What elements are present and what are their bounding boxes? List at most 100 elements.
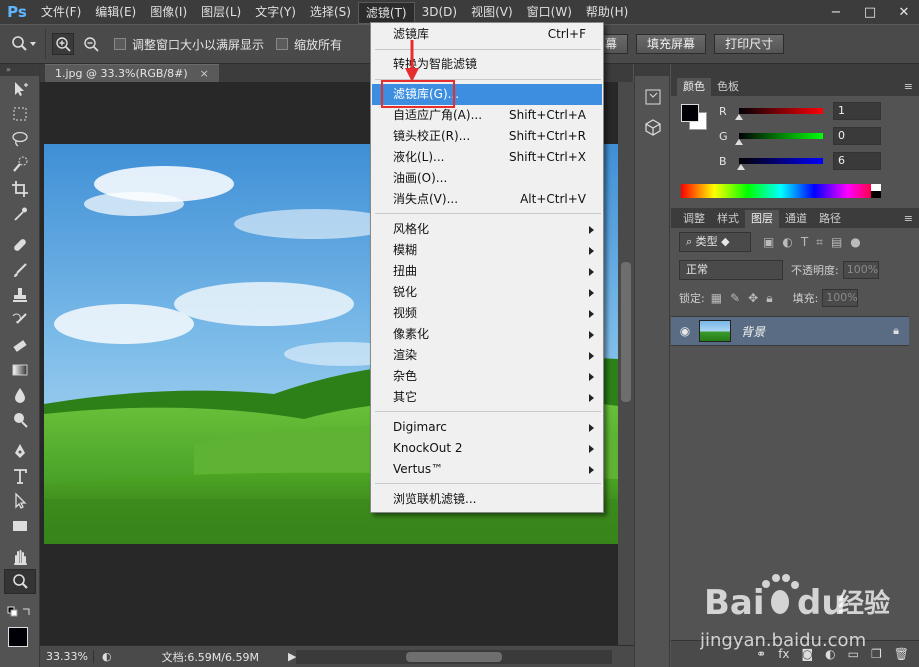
menu-item-digimarc[interactable]: Digimarc	[372, 417, 602, 438]
lock-all-icon[interactable]: 🔒︎	[766, 291, 772, 306]
horizontal-scrollbar-thumb[interactable]	[406, 652, 502, 662]
minimize-icon[interactable]: −	[829, 5, 843, 20]
menu-filter[interactable]: 滤镜(T)	[357, 1, 415, 24]
red-slider[interactable]	[735, 108, 823, 120]
checkbox-box[interactable]	[114, 38, 126, 50]
dodge-tool[interactable]	[0, 407, 40, 432]
menu-item-pixelate[interactable]: 像素化	[372, 324, 602, 345]
healing-brush-tool[interactable]	[0, 232, 40, 257]
menu-help[interactable]: 帮助(H)	[579, 0, 635, 24]
tab-color[interactable]: 颜色	[677, 78, 711, 96]
zoom-in-button[interactable]	[52, 33, 74, 55]
image-filter-icon[interactable]: ▣	[763, 235, 774, 250]
lock-position-icon[interactable]: ✥	[748, 291, 758, 306]
eraser-tool[interactable]	[0, 332, 40, 357]
panel-menu-icon[interactable]: ≡	[904, 78, 913, 96]
vertical-scrollbar-thumb[interactable]	[621, 262, 631, 402]
clone-stamp-tool[interactable]	[0, 282, 40, 307]
layer-kind-filter[interactable]: ⌕ 类型 ◆	[679, 232, 751, 252]
history-brush-tool[interactable]	[0, 307, 40, 332]
document-tab[interactable]: 1.jpg @ 33.3%(RGB/8#) ×	[45, 64, 219, 82]
menu-item-stylize[interactable]: 风格化	[372, 219, 602, 240]
horizontal-scrollbar[interactable]	[296, 650, 612, 664]
filter-toggle-icon[interactable]: ●	[850, 235, 860, 250]
zoom-level[interactable]: 33.33%	[40, 650, 94, 663]
hand-tool[interactable]	[0, 544, 40, 569]
blur-tool[interactable]	[0, 382, 40, 407]
menu-item-other[interactable]: 其它	[372, 387, 602, 408]
green-slider-knob[interactable]	[735, 139, 743, 145]
menu-item-distort[interactable]: 扭曲	[372, 261, 602, 282]
eye-icon[interactable]: ◉	[671, 324, 699, 338]
resize-windows-checkbox[interactable]: 调整窗口大小以满屏显示	[114, 36, 264, 53]
shape-filter-icon[interactable]: ⌗	[816, 235, 823, 250]
path-selection-tool[interactable]	[0, 488, 40, 513]
zoom-all-checkbox[interactable]: 缩放所有	[276, 36, 342, 53]
zoom-out-button[interactable]	[80, 33, 102, 55]
menu-item-browse-online-filters[interactable]: 浏览联机滤镜...	[372, 489, 602, 510]
smart-object-filter-icon[interactable]: ▤	[831, 235, 842, 250]
close-icon[interactable]: ✕	[897, 5, 911, 20]
menu-item-blur[interactable]: 模糊	[372, 240, 602, 261]
tab-styles[interactable]: 样式	[711, 210, 745, 228]
menu-item-noise[interactable]: 杂色	[372, 366, 602, 387]
color-swatches[interactable]	[0, 625, 39, 655]
red-value-field[interactable]: 1	[833, 102, 881, 120]
history-panel-button[interactable]	[635, 82, 671, 112]
green-value-field[interactable]: 0	[833, 127, 881, 145]
blend-mode-select[interactable]: 正常	[679, 260, 783, 280]
3d-panel-button[interactable]	[635, 112, 671, 142]
menu-layer[interactable]: 图层(L)	[194, 0, 248, 24]
close-icon[interactable]: ×	[200, 67, 209, 80]
dock-collapse-bar[interactable]	[635, 64, 669, 76]
menu-file[interactable]: 文件(F)	[34, 0, 88, 24]
rectangle-tool[interactable]	[0, 513, 40, 538]
menu-item-render[interactable]: 渲染	[372, 345, 602, 366]
menu-item-liquify[interactable]: 液化(L)... Shift+Ctrl+X	[372, 147, 602, 168]
menu-item-sharpen[interactable]: 锐化	[372, 282, 602, 303]
status-info-icon[interactable]: ◐	[102, 650, 112, 663]
menu-item-oil-paint[interactable]: 油画(O)...	[372, 168, 602, 189]
menu-item-vanishing-point[interactable]: 消失点(V)... Alt+Ctrl+V	[372, 189, 602, 210]
quick-selection-tool[interactable]	[0, 151, 40, 176]
menu-edit[interactable]: 编辑(E)	[88, 0, 143, 24]
menu-image[interactable]: 图像(I)	[143, 0, 194, 24]
lasso-tool[interactable]	[0, 126, 40, 151]
zoom-tool[interactable]	[4, 569, 36, 594]
foreground-color-swatch[interactable]	[681, 104, 699, 122]
menu-item-video[interactable]: 视频	[372, 303, 602, 324]
color-spectrum-bar[interactable]	[681, 184, 881, 198]
tab-layers[interactable]: 图层	[745, 210, 779, 228]
lock-pixels-icon[interactable]: ✎	[730, 291, 740, 306]
menu-view[interactable]: 视图(V)	[464, 0, 520, 24]
menu-window[interactable]: 窗口(W)	[520, 0, 579, 24]
maximize-icon[interactable]: □	[863, 5, 877, 20]
blue-slider-knob[interactable]	[737, 164, 746, 170]
fill-field[interactable]: 100%	[822, 289, 859, 307]
fill-screen-button[interactable]: 填充屏幕	[636, 34, 707, 54]
opacity-field[interactable]: 100%	[842, 261, 879, 279]
tab-paths[interactable]: 路径	[813, 210, 847, 228]
blue-slider[interactable]	[737, 158, 823, 170]
menu-3d[interactable]: 3D(D)	[415, 0, 464, 24]
vertical-scrollbar[interactable]	[618, 82, 634, 645]
foreground-color-swatch[interactable]	[8, 627, 28, 647]
menu-item-knockout[interactable]: KnockOut 2	[372, 438, 602, 459]
menu-item-lens-correction[interactable]: 镜头校正(R)... Shift+Ctrl+R	[372, 126, 602, 147]
type-tool[interactable]	[0, 463, 40, 488]
right-dock-collapse-bar[interactable]	[671, 64, 919, 76]
tools-panel-collapse[interactable]: »	[0, 64, 39, 76]
menu-type[interactable]: 文字(Y)	[248, 0, 303, 24]
type-filter-icon[interactable]: T	[801, 235, 808, 250]
blue-value-field[interactable]: 6	[833, 152, 881, 170]
lock-transparency-icon[interactable]: ▦	[711, 291, 722, 306]
print-size-button[interactable]: 打印尺寸	[714, 34, 785, 54]
move-tool[interactable]	[0, 76, 40, 101]
menu-select[interactable]: 选择(S)	[303, 0, 358, 24]
brush-tool[interactable]	[0, 257, 40, 282]
tab-channels[interactable]: 通道	[779, 210, 813, 228]
eyedropper-tool[interactable]	[0, 201, 40, 226]
green-slider[interactable]	[735, 133, 823, 145]
tab-swatches[interactable]: 色板	[711, 78, 745, 96]
adjustment-filter-icon[interactable]: ◐	[782, 235, 792, 250]
